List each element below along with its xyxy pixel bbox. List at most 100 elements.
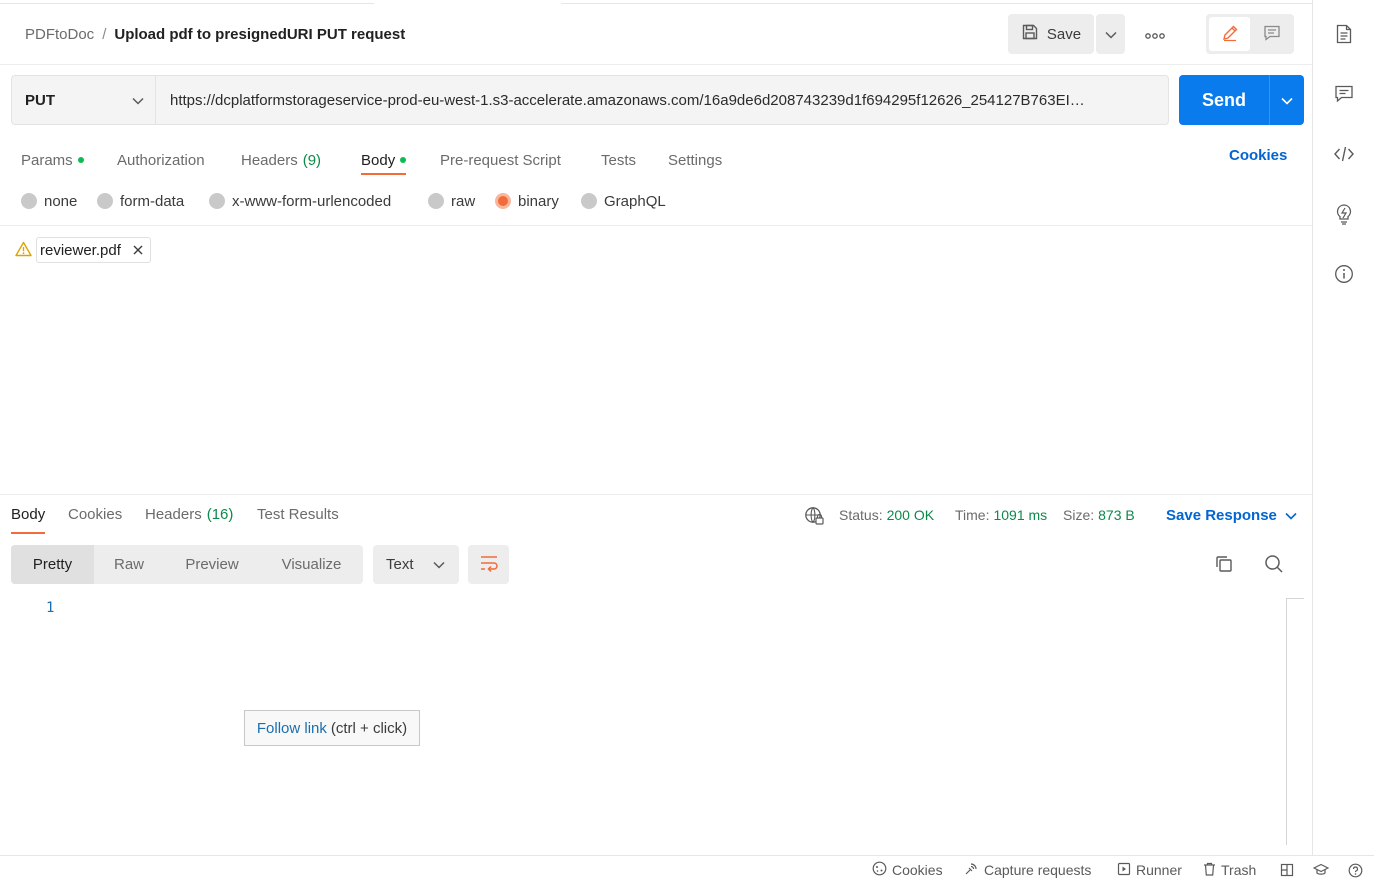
- tooltip-hint: (ctrl + click): [330, 719, 408, 737]
- breadcrumb-collection[interactable]: PDFtoDoc: [25, 26, 94, 43]
- pencil-icon: [1221, 24, 1239, 45]
- tab-settings[interactable]: Settings: [668, 146, 722, 174]
- cookie-icon: [872, 861, 887, 879]
- radio-label: form-data: [120, 192, 185, 210]
- close-icon[interactable]: [133, 242, 143, 259]
- follow-link-tooltip: Follow link (ctrl + click): [244, 710, 420, 746]
- save-response-button[interactable]: Save Response: [1166, 506, 1297, 524]
- save-button[interactable]: Save: [1008, 14, 1094, 54]
- active-indicator-dot: [77, 157, 84, 163]
- footer-trash[interactable]: Trash: [1203, 862, 1256, 878]
- response-format-select[interactable]: Text: [373, 545, 459, 584]
- footer-label: Cookies: [892, 862, 943, 878]
- tab-label: Headers: [145, 506, 202, 523]
- right-sidebar: [1314, 0, 1374, 855]
- method-select[interactable]: PUT: [11, 75, 156, 125]
- view-visualize[interactable]: Visualize: [260, 545, 363, 584]
- pane-divider[interactable]: [0, 494, 1312, 495]
- comment-icon: [1263, 24, 1281, 45]
- response-time: Time: 1091 ms: [955, 506, 1047, 524]
- response-scrollbar[interactable]: [1286, 598, 1304, 845]
- tab-label: Cookies: [68, 506, 123, 523]
- view-pretty[interactable]: Pretty: [11, 545, 94, 584]
- search-button[interactable]: [1262, 553, 1286, 577]
- comments-icon[interactable]: [1333, 83, 1355, 105]
- tab-count: (16): [206, 506, 234, 523]
- documentation-icon[interactable]: [1333, 23, 1355, 45]
- body-type-urlencoded[interactable]: x-www-form-urlencoded: [209, 192, 391, 210]
- footer-label: Runner: [1136, 862, 1182, 878]
- radio-circle-selected: [495, 193, 511, 209]
- comment-mode-button[interactable]: [1252, 17, 1292, 51]
- tab-authorization[interactable]: Authorization: [117, 146, 205, 174]
- breadcrumb-separator: /: [102, 26, 107, 43]
- send-options-dropdown[interactable]: [1269, 75, 1304, 125]
- tab-label: Params: [21, 151, 73, 169]
- body-type-binary[interactable]: binary: [495, 192, 559, 210]
- radio-label: raw: [451, 192, 476, 210]
- body-type-none[interactable]: none: [21, 192, 77, 210]
- more-actions-button[interactable]: [1140, 24, 1170, 44]
- response-tab-headers[interactable]: Headers (16): [145, 506, 233, 534]
- body-type-form-data[interactable]: form-data: [97, 192, 184, 210]
- body-type-raw[interactable]: raw: [428, 192, 475, 210]
- footer-cookies[interactable]: Cookies: [872, 861, 943, 879]
- copy-icon: [1214, 554, 1234, 577]
- response-tab-test-results[interactable]: Test Results: [257, 506, 339, 534]
- response-tab-body[interactable]: Body: [11, 506, 46, 534]
- save-response-label: Save Response: [1166, 506, 1277, 524]
- radio-label: binary: [518, 192, 559, 210]
- send-button[interactable]: Send: [1179, 75, 1269, 125]
- code-icon[interactable]: [1333, 143, 1355, 165]
- radio-circle: [428, 193, 444, 209]
- network-globe-icon[interactable]: [804, 506, 824, 529]
- tab-pre-request-script[interactable]: Pre-request Script: [440, 146, 561, 174]
- radio-circle: [97, 193, 113, 209]
- request-name[interactable]: Upload pdf to presignedURI PUT request: [114, 26, 405, 43]
- radio-label: GraphQL: [604, 192, 666, 210]
- url-input[interactable]: https://dcplatformstorageservice-prod-eu…: [155, 75, 1169, 125]
- radio-circle: [209, 193, 225, 209]
- cookies-link[interactable]: Cookies: [1229, 146, 1287, 164]
- bootcamp-icon[interactable]: [1313, 862, 1329, 878]
- chevron-down-icon: [1104, 26, 1117, 42]
- tab-params[interactable]: Params: [21, 146, 84, 174]
- body-type-graphql[interactable]: GraphQL: [581, 192, 666, 210]
- wrap-lines-button[interactable]: [468, 545, 509, 584]
- tab-body[interactable]: Body: [361, 146, 407, 175]
- active-indicator-dot: [400, 157, 407, 163]
- lightbulb-icon[interactable]: [1333, 203, 1355, 225]
- request-header: PDFtoDoc / Upload pdf to presignedURI PU…: [0, 4, 1312, 65]
- status-value: 200 OK: [886, 507, 935, 523]
- info-icon[interactable]: [1333, 263, 1355, 285]
- save-options-dropdown[interactable]: [1096, 14, 1125, 54]
- warning-icon: [15, 241, 32, 260]
- view-raw[interactable]: Raw: [94, 545, 164, 584]
- help-icon[interactable]: [1348, 862, 1363, 878]
- save-disk-icon: [1021, 23, 1039, 45]
- chevron-down-icon: [132, 92, 144, 108]
- footer-capture-requests[interactable]: Capture requests: [964, 862, 1091, 878]
- tab-label: Settings: [668, 151, 723, 169]
- time-label: Time:: [955, 507, 990, 523]
- time-value: 1091 ms: [993, 507, 1048, 523]
- tab-headers[interactable]: Headers (9): [241, 146, 321, 174]
- view-preview[interactable]: Preview: [164, 545, 260, 584]
- copy-button[interactable]: [1212, 553, 1236, 577]
- url-text: https://dcplatformstorageservice-prod-eu…: [170, 91, 1085, 109]
- tab-label: Authorization: [117, 151, 205, 169]
- two-pane-icon[interactable]: [1280, 862, 1294, 878]
- response-view-modes: Pretty Raw Preview Visualize: [11, 545, 363, 584]
- edit-mode-button[interactable]: [1209, 17, 1250, 51]
- response-tab-cookies[interactable]: Cookies: [68, 506, 122, 534]
- ellipsis-icon: [1145, 26, 1165, 42]
- method-label: PUT: [25, 91, 55, 109]
- size-value: 873 B: [1098, 507, 1135, 523]
- tab-tests[interactable]: Tests: [601, 146, 636, 174]
- footer-runner[interactable]: Runner: [1117, 862, 1182, 878]
- satellite-icon: [964, 861, 979, 879]
- tab-label: Body: [361, 151, 396, 169]
- request-workspace: PDFtoDoc / Upload pdf to presignedURI PU…: [0, 0, 1313, 855]
- tab-label: Tests: [601, 151, 637, 169]
- tab-label: Body: [11, 506, 46, 523]
